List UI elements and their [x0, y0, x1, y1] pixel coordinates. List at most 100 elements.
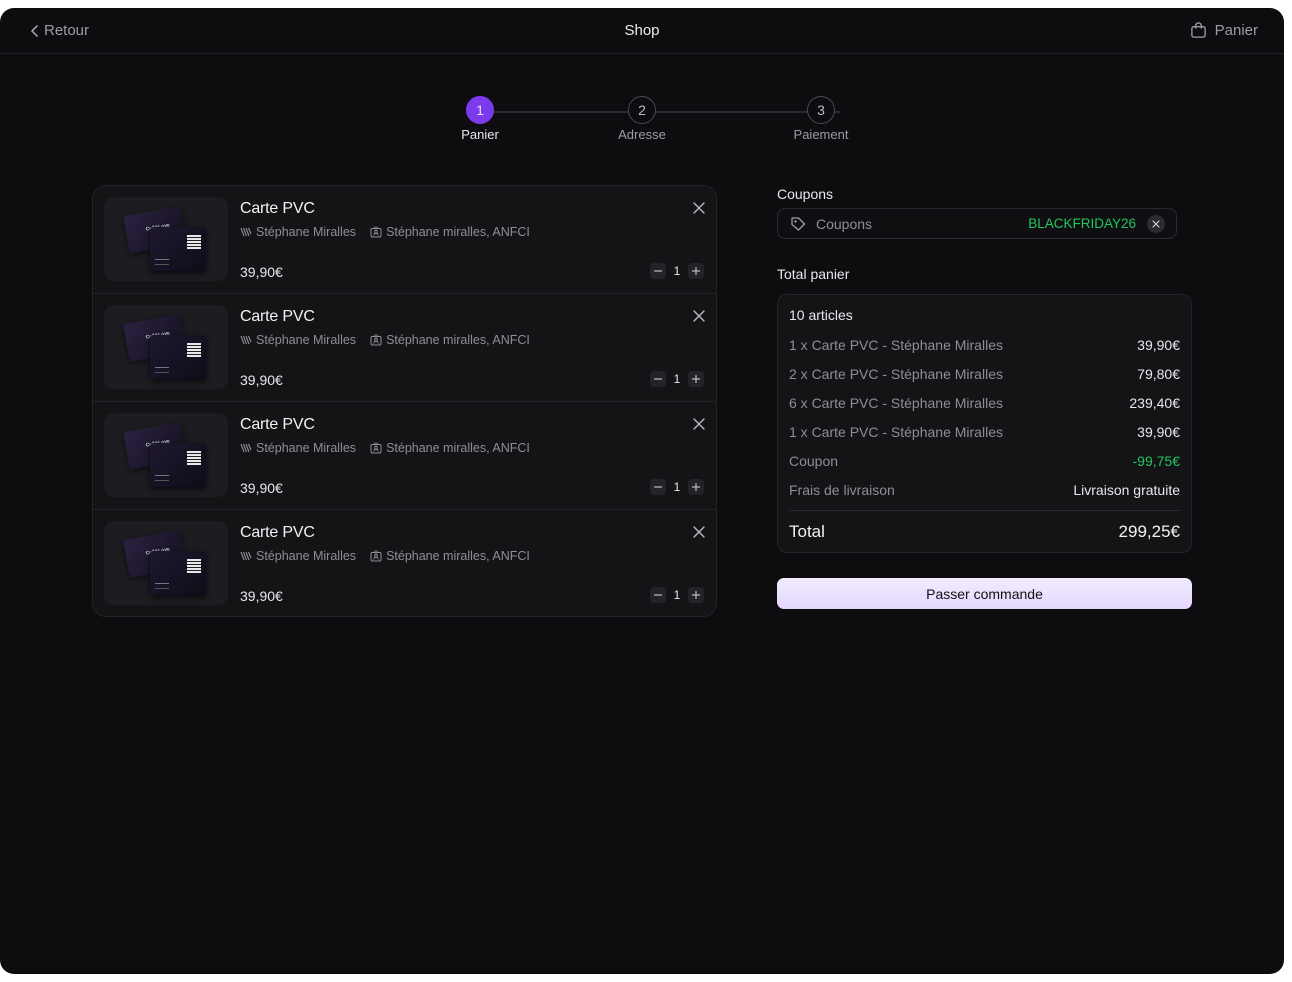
- qr-code-graphic: [187, 343, 201, 357]
- total-value: 299,25€: [1118, 522, 1180, 541]
- quantity-value: 1: [673, 372, 681, 386]
- product-price: 39,90€: [240, 372, 283, 388]
- brand-logo-icon: [240, 227, 252, 237]
- increase-quantity-button[interactable]: [688, 479, 704, 495]
- summary-line-item: Frais de livraison Livraison gratuite: [789, 469, 1180, 498]
- tag-icon: [791, 217, 806, 231]
- summary-line-item: Coupon -99,75€: [789, 440, 1180, 469]
- line-item-value: Livraison gratuite: [1073, 482, 1180, 498]
- line-item-label: 2 x Carte PVC - Stéphane Miralles: [789, 366, 1003, 382]
- total-label: Total: [789, 522, 825, 541]
- minus-icon: [653, 270, 663, 272]
- increase-quantity-button[interactable]: [688, 371, 704, 387]
- product-owner: Stéphane miralles, ANFCI: [386, 225, 530, 239]
- quantity-value: 1: [673, 480, 681, 494]
- cart-summary-panel: 10 articles 1 x Carte PVC - Stéphane Mir…: [777, 294, 1192, 553]
- product-brand: Stéphane Miralles: [256, 441, 357, 455]
- line-item-value: -99,75€: [1132, 453, 1180, 469]
- top-bar: Retour Shop Panier: [0, 8, 1284, 54]
- id-badge-icon: [370, 550, 382, 562]
- quantity-stepper: 1: [650, 479, 704, 495]
- remove-item-button[interactable]: [692, 201, 706, 215]
- line-item-value: 39,90€: [1137, 337, 1180, 353]
- product-owner: Stéphane miralles, ANFCI: [386, 441, 530, 455]
- summary-line-item: 1 x Carte PVC - Stéphane Miralles 39,90€: [789, 411, 1180, 440]
- card-lines: [155, 475, 169, 481]
- product-title: Carte PVC: [240, 308, 315, 325]
- product-meta: Stéphane Miralles Stéphane miralles, ANF…: [240, 225, 530, 239]
- decrease-quantity-button[interactable]: [650, 479, 666, 495]
- card-back-graphic: [150, 335, 206, 379]
- product-brand: Stéphane Miralles: [256, 225, 357, 239]
- decrease-quantity-button[interactable]: [650, 587, 666, 603]
- product-image: Cell&Love: [104, 197, 228, 281]
- product-owner: Stéphane miralles, ANFCI: [386, 549, 530, 563]
- product-meta: Stéphane Miralles Stéphane miralles, ANF…: [240, 549, 530, 563]
- card-back-graphic: [150, 551, 206, 595]
- remove-item-button[interactable]: [692, 525, 706, 539]
- product-price: 39,90€: [240, 480, 283, 496]
- product-meta: Stéphane Miralles Stéphane miralles, ANF…: [240, 333, 530, 347]
- coupon-field[interactable]: BLACKFRIDAY26: [777, 208, 1177, 239]
- qr-code-graphic: [187, 451, 201, 465]
- card-back-graphic: [150, 443, 206, 487]
- product-image: Cell&Love: [104, 305, 228, 389]
- summary-line-item: 1 x Carte PVC - Stéphane Miralles 39,90€: [789, 324, 1180, 353]
- shopping-bag-icon: [1190, 22, 1206, 38]
- increase-quantity-button[interactable]: [688, 263, 704, 279]
- quantity-stepper: 1: [650, 587, 704, 603]
- minus-icon: [653, 594, 663, 596]
- qr-code-graphic: [187, 559, 201, 573]
- summary-line-item: 6 x Carte PVC - Stéphane Miralles 239,40…: [789, 382, 1180, 411]
- clear-coupon-button[interactable]: [1147, 215, 1165, 233]
- brand-logo-icon: [240, 551, 252, 561]
- id-badge-icon: [370, 226, 382, 238]
- step-panier[interactable]: 1 Panier: [430, 96, 530, 142]
- decrease-quantity-button[interactable]: [650, 263, 666, 279]
- quantity-stepper: 1: [650, 371, 704, 387]
- summary-total-row: Total 299,25€: [789, 522, 1180, 542]
- line-item-value: 79,80€: [1137, 366, 1180, 382]
- cart-item: Cell&Love Carte PVC Stéphane Miralles St…: [93, 294, 716, 402]
- quantity-value: 1: [673, 264, 681, 278]
- cart-item: Cell&Love Carte PVC Stéphane Miralles St…: [93, 510, 716, 616]
- step-label: Adresse: [618, 127, 666, 142]
- card-lines: [155, 367, 169, 373]
- remove-item-button[interactable]: [692, 417, 706, 431]
- card-lines: [155, 583, 169, 589]
- step-paiement[interactable]: 3 Paiement: [771, 96, 871, 142]
- remove-item-button[interactable]: [692, 309, 706, 323]
- product-meta: Stéphane Miralles Stéphane miralles, ANF…: [240, 441, 530, 455]
- step-label: Panier: [461, 127, 499, 142]
- step-label: Paiement: [793, 127, 849, 142]
- step-number: 1: [466, 96, 494, 124]
- coupon-input[interactable]: [816, 214, 1016, 234]
- id-badge-icon: [370, 334, 382, 346]
- increase-quantity-button[interactable]: [688, 587, 704, 603]
- line-item-label: 6 x Carte PVC - Stéphane Miralles: [789, 395, 1003, 411]
- line-item-label: 1 x Carte PVC - Stéphane Miralles: [789, 424, 1003, 440]
- step-number: 3: [807, 96, 835, 124]
- place-order-button[interactable]: Passer commande: [777, 578, 1192, 609]
- product-brand: Stéphane Miralles: [256, 549, 357, 563]
- summary-divider: [789, 510, 1180, 511]
- step-adresse[interactable]: 2 Adresse: [592, 96, 692, 142]
- product-price: 39,90€: [240, 588, 283, 604]
- product-title: Carte PVC: [240, 524, 315, 541]
- minus-icon: [653, 378, 663, 380]
- plus-icon: [691, 266, 701, 276]
- line-item-value: 239,40€: [1129, 395, 1180, 411]
- page-title: Shop: [624, 22, 660, 39]
- decrease-quantity-button[interactable]: [650, 371, 666, 387]
- cart-button[interactable]: Panier: [1190, 22, 1258, 39]
- product-brand: Stéphane Miralles: [256, 333, 357, 347]
- line-item-label: Frais de livraison: [789, 482, 895, 498]
- quantity-stepper: 1: [650, 263, 704, 279]
- product-image: Cell&Love: [104, 413, 228, 497]
- step-number: 2: [628, 96, 656, 124]
- id-badge-icon: [370, 442, 382, 454]
- plus-icon: [691, 590, 701, 600]
- card-lines: [155, 259, 169, 265]
- plus-icon: [691, 482, 701, 492]
- minus-icon: [653, 486, 663, 488]
